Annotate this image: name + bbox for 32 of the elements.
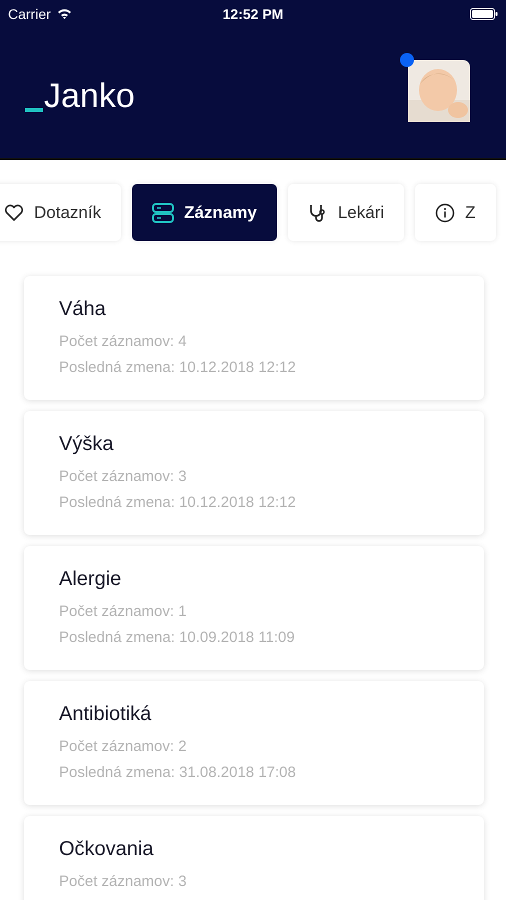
record-count: Počet záznamov: 3 [59,468,188,485]
tab[interactable]: Lekári [288,184,404,241]
record-last-change: Posledná zmena: 10.09.2018 11:09 [59,629,296,646]
record-title: Antibiotiká [59,703,152,726]
info-icon [435,202,456,222]
accent-underscore [25,108,43,112]
record-card[interactable]: Očkovania Počet záznamov: 3 [24,816,484,900]
record-title: Váha [59,298,107,321]
record-title: Očkovania [59,838,154,861]
tab[interactable]: Dotazník [0,184,122,241]
record-card[interactable]: Antibiotiká Počet záznamov: 2 Posledná zmena: 31.08.2018 17:08 [24,681,484,805]
record-count: Počet záznamov: 1 [59,603,188,620]
record-last-change: Posledná zmena: 10.12.2018 12:12 [59,494,297,511]
record-card[interactable]: Výška Počet záznamov: 3 Posledná zmena: 10.12.2018 12:12 [24,411,484,535]
wifi-icon [56,8,72,19]
record-count: Počet záznamov: 4 [59,333,188,350]
record-card[interactable]: Váha Počet záznamov: 4 Posledná zmena: 10.12.2018 12:12 [24,276,484,400]
child-name: Janko [44,76,135,116]
record-last-change: Posledná zmena: 31.08.2018 17:08 [59,764,297,781]
battery-icon [470,8,498,20]
record-title: Výška [59,433,114,456]
record-count: Počet záznamov: 3 [59,873,188,890]
heart-icon [4,204,24,222]
carrier-label: Carrier [8,6,51,22]
tab[interactable]: Záznamy [132,184,277,241]
server-icon [152,202,174,222]
record-count: Počet záznamov: 2 [59,738,188,755]
clock-time: 12:52 PM [222,6,284,22]
record-title: Alergie [59,568,122,591]
tab[interactable]: Z [415,184,496,241]
record-card[interactable]: Alergie Počet záznamov: 1 Posledná zmena: 10.09.2018 11:09 [24,546,484,670]
record-last-change: Posledná zmena: 10.12.2018 12:12 [59,359,297,376]
